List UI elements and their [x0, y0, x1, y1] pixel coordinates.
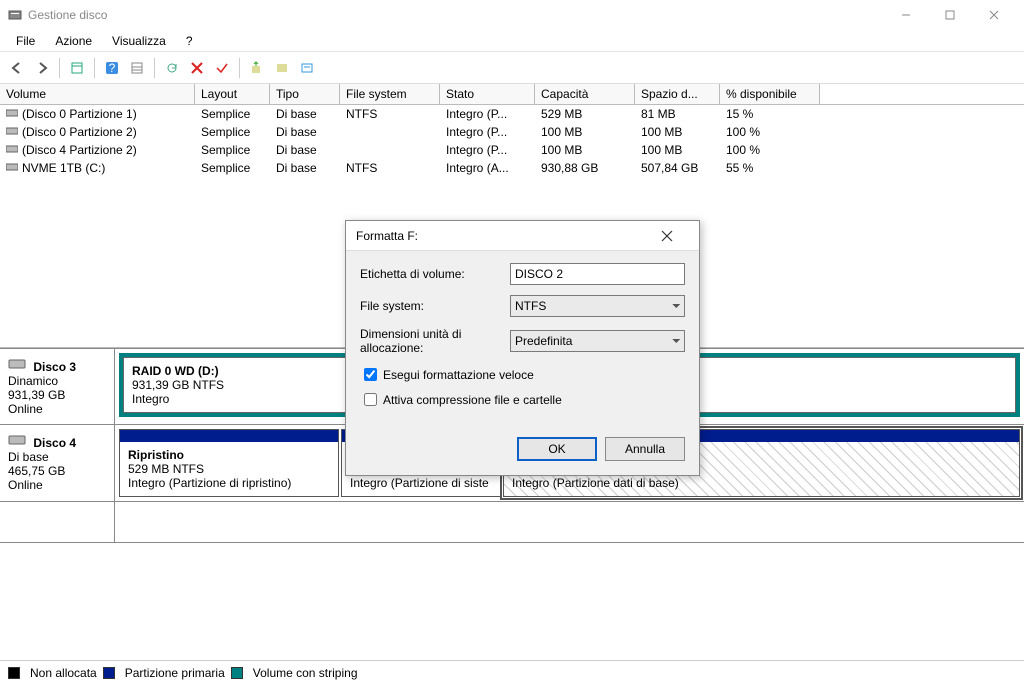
format-dialog: Formatta F: Etichetta di volume: File sy…: [345, 220, 700, 476]
disk-icon: [8, 433, 28, 447]
maximize-button[interactable]: [928, 1, 972, 29]
disk4-info: Disco 4 Di base 465,75 GB Online: [0, 425, 115, 501]
legend: Non allocata Partizione primaria Volume …: [0, 660, 1024, 684]
col-free[interactable]: Spazio d...: [635, 84, 720, 104]
checkbox-quick-format[interactable]: [364, 368, 377, 381]
partition-ripristino[interactable]: Ripristino 529 MB NTFS Integro (Partizio…: [119, 429, 339, 497]
col-pct[interactable]: % disponibile: [720, 84, 820, 104]
forward-button[interactable]: [31, 57, 53, 79]
volume-row[interactable]: NVME 1TB (C:)SempliceDi baseNTFSIntegro …: [0, 159, 1024, 177]
volume-row[interactable]: (Disco 0 Partizione 2)SempliceDi baseInt…: [0, 123, 1024, 141]
menubar: File Azione Visualizza ?: [0, 30, 1024, 52]
label-fs: File system:: [360, 299, 510, 313]
select-alloc[interactable]: Predefinita: [510, 330, 685, 352]
col-layout[interactable]: Layout: [195, 84, 270, 104]
legend-swatch-stripe: [231, 667, 243, 679]
action2-icon[interactable]: [271, 57, 293, 79]
checkbox-compress[interactable]: [364, 393, 377, 406]
minimize-button[interactable]: [884, 1, 928, 29]
back-button[interactable]: [6, 57, 28, 79]
col-stato[interactable]: Stato: [440, 84, 535, 104]
close-button[interactable]: [972, 1, 1016, 29]
cancel-button[interactable]: Annulla: [605, 437, 685, 461]
input-volume-label[interactable]: [510, 263, 685, 285]
legend-swatch-unalloc: [8, 667, 20, 679]
svg-text:?: ?: [109, 61, 116, 75]
label-quick-format: Esegui formattazione veloce: [383, 368, 534, 382]
volume-list-header: Volume Layout Tipo File system Stato Cap…: [0, 84, 1024, 105]
volume-row[interactable]: (Disco 4 Partizione 2)SempliceDi baseInt…: [0, 141, 1024, 159]
check-icon[interactable]: [211, 57, 233, 79]
titlebar: Gestione disco: [0, 0, 1024, 30]
toolbar: ?: [0, 52, 1024, 84]
label-compress: Attiva compressione file e cartelle: [383, 393, 562, 407]
volume-row[interactable]: (Disco 0 Partizione 1)SempliceDi baseNTF…: [0, 105, 1024, 123]
delete-icon[interactable]: [186, 57, 208, 79]
col-fs[interactable]: File system: [340, 84, 440, 104]
menu-azione[interactable]: Azione: [45, 32, 102, 50]
col-cap[interactable]: Capacità: [535, 84, 635, 104]
help-icon[interactable]: ?: [101, 57, 123, 79]
legend-swatch-primary: [103, 667, 115, 679]
col-volume[interactable]: Volume: [0, 84, 195, 104]
ok-button[interactable]: OK: [517, 437, 597, 461]
menu-file[interactable]: File: [6, 32, 45, 50]
window-title: Gestione disco: [28, 8, 107, 22]
menu-help[interactable]: ?: [176, 32, 203, 50]
select-fs[interactable]: NTFS: [510, 295, 685, 317]
refresh-icon[interactable]: [161, 57, 183, 79]
col-tipo[interactable]: Tipo: [270, 84, 340, 104]
detail-view-icon[interactable]: [126, 57, 148, 79]
dialog-close-button[interactable]: [661, 230, 689, 242]
dialog-titlebar: Formatta F:: [346, 221, 699, 251]
action1-icon[interactable]: [246, 57, 268, 79]
disk-icon: [8, 357, 28, 371]
app-icon: [8, 8, 22, 22]
label-alloc: Dimensioni unità di allocazione:: [360, 327, 510, 355]
disk3-info: Disco 3 Dinamico 931,39 GB Online: [0, 349, 115, 424]
view-button[interactable]: [66, 57, 88, 79]
menu-visualizza[interactable]: Visualizza: [102, 32, 176, 50]
label-volume: Etichetta di volume:: [360, 267, 510, 281]
action3-icon[interactable]: [296, 57, 318, 79]
dialog-title-text: Formatta F:: [356, 229, 418, 243]
